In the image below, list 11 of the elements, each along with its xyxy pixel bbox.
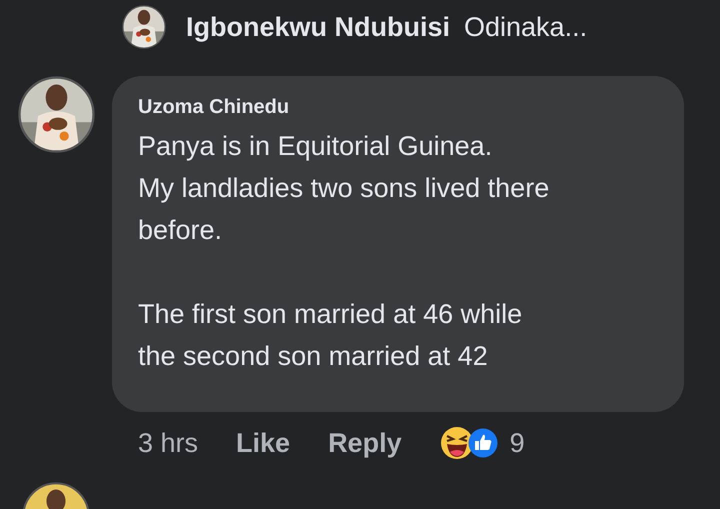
comment-text: The first son married at 46 while the second son married at 42: [138, 298, 524, 373]
comment-text: Panya is in Equitorial Guinea. My landladies two sons lived there before.: [138, 130, 550, 247]
author-name[interactable]: Igbonekwu Ndubuisi: [186, 12, 450, 42]
reply-link[interactable]: Reply: [328, 428, 402, 458]
timestamp[interactable]: 3 hrs: [138, 428, 198, 458]
comment-author[interactable]: Uzoma Chinedu: [138, 96, 664, 119]
reaction-count[interactable]: 9: [510, 428, 525, 458]
laughing-emoji-icon: [440, 426, 474, 460]
like-link[interactable]: Like: [236, 428, 290, 458]
like-reaction-icon: [468, 428, 498, 458]
reply-preview: Odinaka...: [464, 12, 588, 42]
